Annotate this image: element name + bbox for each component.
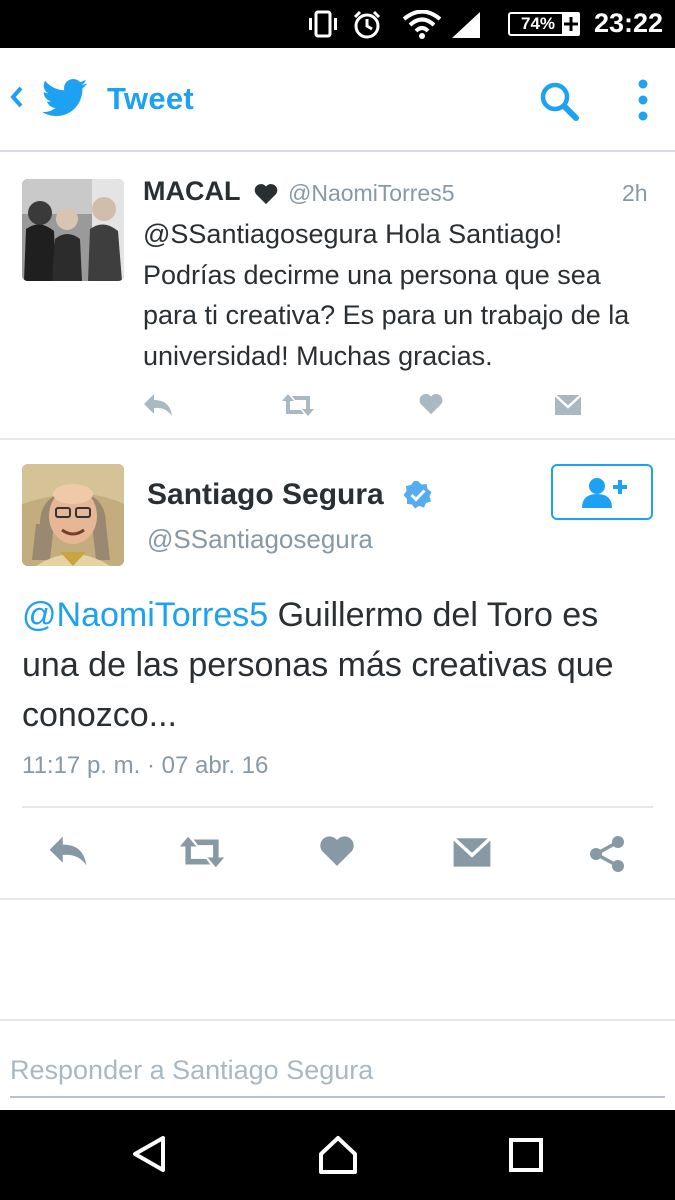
search-icon[interactable] xyxy=(538,80,580,122)
share-icon[interactable] xyxy=(588,834,628,874)
battery-indicator: 74% xyxy=(508,12,568,36)
follow-user-icon xyxy=(582,478,627,508)
message-icon[interactable] xyxy=(554,392,582,416)
app-bar: Tweet xyxy=(0,48,675,152)
status-time: 23:22 xyxy=(594,8,664,38)
reply-input[interactable] xyxy=(10,1044,665,1098)
reply-icon[interactable] xyxy=(46,834,90,868)
status-bar: 74% 23:22 xyxy=(0,0,675,48)
signal-icon xyxy=(452,12,480,38)
recents-icon[interactable] xyxy=(507,1134,545,1174)
author-handle[interactable]: @SSantiagosegura xyxy=(147,524,373,555)
tweet-time: 2h xyxy=(622,180,648,206)
tweet-text: @SSantiagosegura Hola Santiago! Podrías … xyxy=(143,219,630,371)
tweet-text: @NaomiTorres5 Guillermo del Toro es una … xyxy=(22,590,662,740)
home-icon[interactable] xyxy=(317,1134,359,1176)
back-triangle-icon[interactable] xyxy=(130,1134,168,1174)
wifi-icon xyxy=(402,10,442,39)
like-icon[interactable] xyxy=(418,392,444,416)
page-title: Tweet xyxy=(107,81,195,116)
battery-charge-icon xyxy=(562,12,580,36)
vibrate-icon xyxy=(309,10,337,38)
tweet-timestamp: 11:17 p. m. · 07 abr. 16 xyxy=(22,752,269,779)
message-icon[interactable] xyxy=(452,834,492,868)
follow-button[interactable] xyxy=(551,464,653,520)
divider xyxy=(0,1019,675,1021)
system-nav-bar xyxy=(0,1110,675,1200)
like-icon[interactable] xyxy=(318,834,356,868)
more-vert-icon[interactable] xyxy=(636,78,650,122)
retweet-icon[interactable] xyxy=(176,834,228,870)
retweet-icon[interactable] xyxy=(280,392,316,418)
heart-emoji-icon xyxy=(254,184,278,205)
back-icon[interactable] xyxy=(8,82,26,112)
author-name[interactable]: MACAL xyxy=(143,176,240,207)
main-tweet: Santiago Segura @SSantiagosegura @NaomiT… xyxy=(0,440,675,900)
author-name[interactable]: Santiago Segura xyxy=(147,478,384,512)
alarm-icon xyxy=(353,10,381,39)
avatar[interactable] xyxy=(22,464,124,566)
author-handle[interactable]: @NaomiTorres5 xyxy=(288,180,455,207)
mention-link[interactable]: @NaomiTorres5 xyxy=(22,596,268,634)
avatar[interactable] xyxy=(22,179,124,281)
verified-badge-icon xyxy=(403,481,432,509)
reply-icon[interactable] xyxy=(142,392,174,418)
twitter-bird-icon xyxy=(42,79,88,117)
divider xyxy=(22,806,653,808)
in-reply-to-tweet[interactable]: MACAL @NaomiTorres5 2h @SSantiagosegura … xyxy=(0,152,675,440)
